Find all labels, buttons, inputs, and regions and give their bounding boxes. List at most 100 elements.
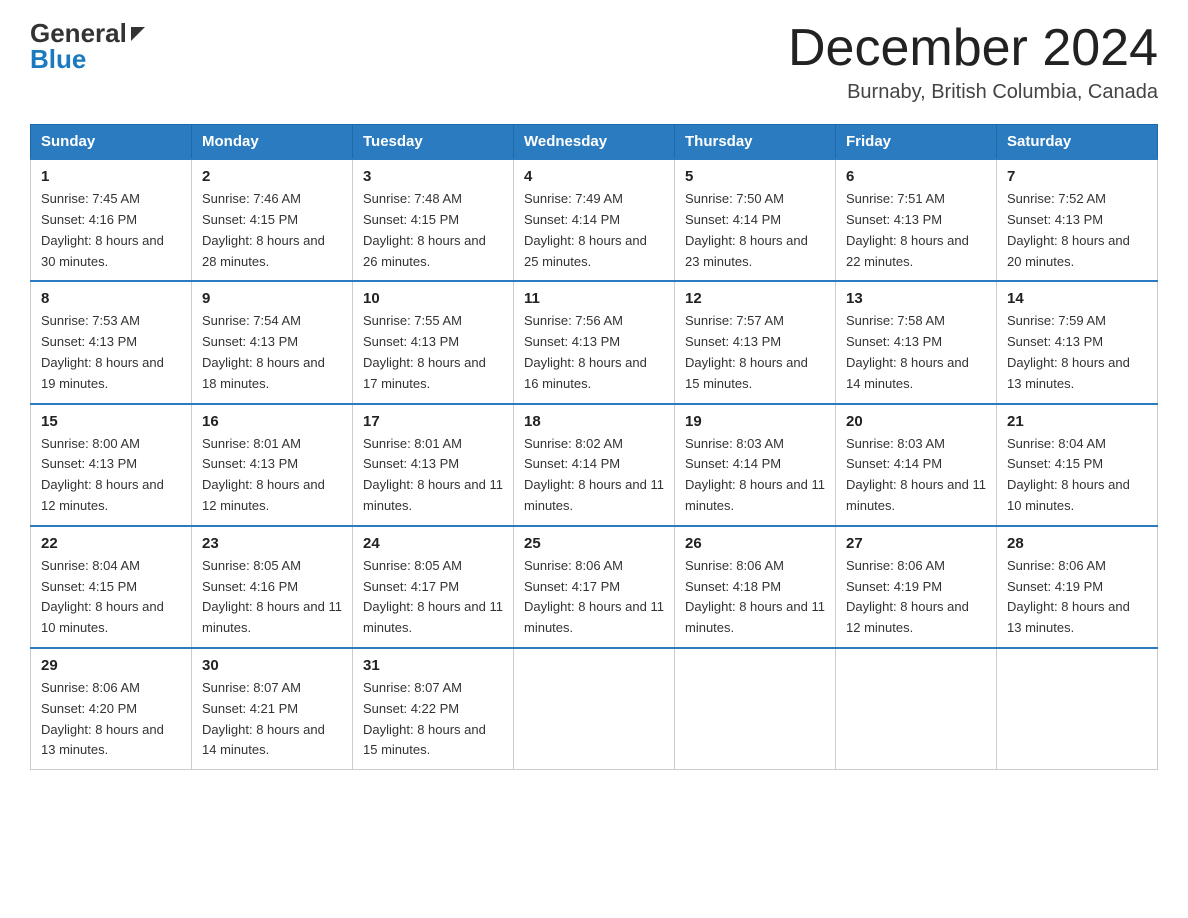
sunset-label: Sunset: 4:14 PM — [846, 456, 942, 471]
sunset-label: Sunset: 4:13 PM — [1007, 212, 1103, 227]
sunrise-label: Sunrise: 8:06 AM — [524, 558, 623, 573]
header-thursday: Thursday — [675, 125, 836, 160]
calendar-week-4: 22 Sunrise: 8:04 AM Sunset: 4:15 PM Dayl… — [31, 526, 1158, 648]
daylight-label: Daylight: 8 hours and 13 minutes. — [41, 722, 164, 758]
daylight-label: Daylight: 8 hours and 12 minutes. — [41, 477, 164, 513]
sunset-label: Sunset: 4:18 PM — [685, 579, 781, 594]
daylight-label: Daylight: 8 hours and 19 minutes. — [41, 355, 164, 391]
calendar-table: Sunday Monday Tuesday Wednesday Thursday… — [30, 124, 1158, 770]
sunset-label: Sunset: 4:13 PM — [41, 334, 137, 349]
day-number: 15 — [41, 413, 181, 430]
table-row: 29 Sunrise: 8:06 AM Sunset: 4:20 PM Dayl… — [31, 648, 192, 770]
sunset-label: Sunset: 4:16 PM — [202, 579, 298, 594]
daylight-label: Daylight: 8 hours and 10 minutes. — [41, 599, 164, 635]
day-info: Sunrise: 8:04 AM Sunset: 4:15 PM Dayligh… — [41, 556, 181, 639]
sunset-label: Sunset: 4:13 PM — [846, 212, 942, 227]
table-row: 7 Sunrise: 7:52 AM Sunset: 4:13 PM Dayli… — [997, 159, 1158, 281]
sunrise-label: Sunrise: 7:56 AM — [524, 313, 623, 328]
daylight-label: Daylight: 8 hours and 14 minutes. — [202, 722, 325, 758]
day-number: 11 — [524, 290, 664, 307]
calendar-week-1: 1 Sunrise: 7:45 AM Sunset: 4:16 PM Dayli… — [31, 159, 1158, 281]
day-info: Sunrise: 7:53 AM Sunset: 4:13 PM Dayligh… — [41, 311, 181, 394]
day-info: Sunrise: 8:05 AM Sunset: 4:17 PM Dayligh… — [363, 556, 503, 639]
table-row: 26 Sunrise: 8:06 AM Sunset: 4:18 PM Dayl… — [675, 526, 836, 648]
day-number: 5 — [685, 168, 825, 185]
sunset-label: Sunset: 4:13 PM — [524, 334, 620, 349]
day-info: Sunrise: 8:06 AM Sunset: 4:17 PM Dayligh… — [524, 556, 664, 639]
sunset-label: Sunset: 4:14 PM — [524, 456, 620, 471]
day-number: 22 — [41, 535, 181, 552]
daylight-label: Daylight: 8 hours and 12 minutes. — [846, 599, 969, 635]
sunset-label: Sunset: 4:21 PM — [202, 701, 298, 716]
header-friday: Friday — [836, 125, 997, 160]
daylight-label: Daylight: 8 hours and 25 minutes. — [524, 233, 647, 269]
table-row: 15 Sunrise: 8:00 AM Sunset: 4:13 PM Dayl… — [31, 404, 192, 526]
table-row: 17 Sunrise: 8:01 AM Sunset: 4:13 PM Dayl… — [353, 404, 514, 526]
calendar-week-2: 8 Sunrise: 7:53 AM Sunset: 4:13 PM Dayli… — [31, 281, 1158, 403]
sunset-label: Sunset: 4:19 PM — [1007, 579, 1103, 594]
day-number: 31 — [363, 657, 503, 674]
sunrise-label: Sunrise: 7:48 AM — [363, 191, 462, 206]
day-info: Sunrise: 7:50 AM Sunset: 4:14 PM Dayligh… — [685, 189, 825, 272]
table-row: 20 Sunrise: 8:03 AM Sunset: 4:14 PM Dayl… — [836, 404, 997, 526]
sunrise-label: Sunrise: 8:05 AM — [363, 558, 462, 573]
sunrise-label: Sunrise: 8:04 AM — [1007, 436, 1106, 451]
calendar-week-5: 29 Sunrise: 8:06 AM Sunset: 4:20 PM Dayl… — [31, 648, 1158, 770]
day-info: Sunrise: 7:45 AM Sunset: 4:16 PM Dayligh… — [41, 189, 181, 272]
day-number: 12 — [685, 290, 825, 307]
table-row: 14 Sunrise: 7:59 AM Sunset: 4:13 PM Dayl… — [997, 281, 1158, 403]
daylight-label: Daylight: 8 hours and 16 minutes. — [524, 355, 647, 391]
day-info: Sunrise: 7:55 AM Sunset: 4:13 PM Dayligh… — [363, 311, 503, 394]
sunset-label: Sunset: 4:16 PM — [41, 212, 137, 227]
sunset-label: Sunset: 4:13 PM — [363, 456, 459, 471]
location-text: Burnaby, British Columbia, Canada — [788, 81, 1158, 104]
day-number: 24 — [363, 535, 503, 552]
daylight-label: Daylight: 8 hours and 28 minutes. — [202, 233, 325, 269]
day-number: 9 — [202, 290, 342, 307]
table-row: 31 Sunrise: 8:07 AM Sunset: 4:22 PM Dayl… — [353, 648, 514, 770]
day-info: Sunrise: 8:06 AM Sunset: 4:20 PM Dayligh… — [41, 678, 181, 761]
daylight-label: Daylight: 8 hours and 26 minutes. — [363, 233, 486, 269]
title-block: December 2024 Burnaby, British Columbia,… — [788, 20, 1158, 104]
daylight-label: Daylight: 8 hours and 20 minutes. — [1007, 233, 1130, 269]
sunset-label: Sunset: 4:13 PM — [1007, 334, 1103, 349]
table-row — [836, 648, 997, 770]
daylight-label: Daylight: 8 hours and 18 minutes. — [202, 355, 325, 391]
sunrise-label: Sunrise: 7:46 AM — [202, 191, 301, 206]
daylight-label: Daylight: 8 hours and 10 minutes. — [1007, 477, 1130, 513]
day-info: Sunrise: 7:51 AM Sunset: 4:13 PM Dayligh… — [846, 189, 986, 272]
day-info: Sunrise: 8:06 AM Sunset: 4:19 PM Dayligh… — [1007, 556, 1147, 639]
day-info: Sunrise: 8:06 AM Sunset: 4:18 PM Dayligh… — [685, 556, 825, 639]
table-row: 10 Sunrise: 7:55 AM Sunset: 4:13 PM Dayl… — [353, 281, 514, 403]
table-row: 2 Sunrise: 7:46 AM Sunset: 4:15 PM Dayli… — [192, 159, 353, 281]
table-row: 4 Sunrise: 7:49 AM Sunset: 4:14 PM Dayli… — [514, 159, 675, 281]
day-info: Sunrise: 7:54 AM Sunset: 4:13 PM Dayligh… — [202, 311, 342, 394]
daylight-label: Daylight: 8 hours and 30 minutes. — [41, 233, 164, 269]
daylight-label: Daylight: 8 hours and 11 minutes. — [363, 599, 503, 635]
month-title: December 2024 — [788, 20, 1158, 77]
day-number: 3 — [363, 168, 503, 185]
table-row: 3 Sunrise: 7:48 AM Sunset: 4:15 PM Dayli… — [353, 159, 514, 281]
day-info: Sunrise: 7:58 AM Sunset: 4:13 PM Dayligh… — [846, 311, 986, 394]
day-info: Sunrise: 7:59 AM Sunset: 4:13 PM Dayligh… — [1007, 311, 1147, 394]
daylight-label: Daylight: 8 hours and 17 minutes. — [363, 355, 486, 391]
day-number: 13 — [846, 290, 986, 307]
sunset-label: Sunset: 4:14 PM — [685, 212, 781, 227]
sunrise-label: Sunrise: 7:51 AM — [846, 191, 945, 206]
day-number: 30 — [202, 657, 342, 674]
day-info: Sunrise: 7:56 AM Sunset: 4:13 PM Dayligh… — [524, 311, 664, 394]
daylight-label: Daylight: 8 hours and 11 minutes. — [846, 477, 986, 513]
sunset-label: Sunset: 4:17 PM — [524, 579, 620, 594]
table-row: 5 Sunrise: 7:50 AM Sunset: 4:14 PM Dayli… — [675, 159, 836, 281]
sunrise-label: Sunrise: 8:01 AM — [202, 436, 301, 451]
weekday-header-row: Sunday Monday Tuesday Wednesday Thursday… — [31, 125, 1158, 160]
table-row: 11 Sunrise: 7:56 AM Sunset: 4:13 PM Dayl… — [514, 281, 675, 403]
sunrise-label: Sunrise: 8:06 AM — [41, 680, 140, 695]
sunset-label: Sunset: 4:14 PM — [685, 456, 781, 471]
day-number: 18 — [524, 413, 664, 430]
table-row: 24 Sunrise: 8:05 AM Sunset: 4:17 PM Dayl… — [353, 526, 514, 648]
day-number: 26 — [685, 535, 825, 552]
sunset-label: Sunset: 4:15 PM — [1007, 456, 1103, 471]
daylight-label: Daylight: 8 hours and 13 minutes. — [1007, 599, 1130, 635]
sunrise-label: Sunrise: 8:03 AM — [685, 436, 784, 451]
